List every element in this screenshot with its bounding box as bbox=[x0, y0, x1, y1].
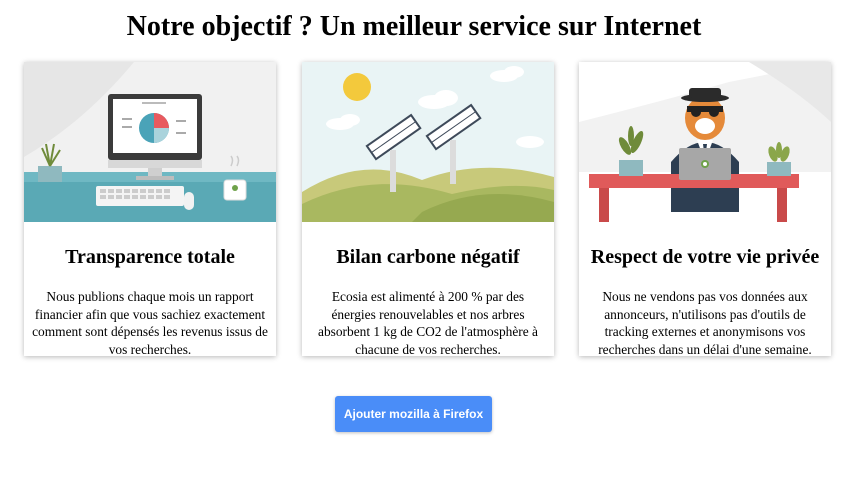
page-title: Notre objectif ? Un meilleur service sur… bbox=[126, 11, 702, 42]
card-description: Nous ne vendons pas vos données aux anno… bbox=[598, 289, 812, 356]
card-title: Transparence totale bbox=[65, 246, 235, 268]
solar-panels-hills-illustration bbox=[302, 62, 554, 222]
feature-card-privacy: Respect de votre vie privée Nous ne vend… bbox=[579, 62, 831, 356]
card-description: Ecosia est alimenté à 200 % par des éner… bbox=[318, 289, 538, 356]
card-title: Respect de votre vie privée bbox=[590, 246, 820, 268]
card-title: Bilan carbone négatif bbox=[336, 246, 520, 268]
desk-computer-illustration bbox=[24, 62, 276, 222]
tiger-spy-laptop-illustration bbox=[579, 62, 831, 222]
feature-card-transparency: Transparence totale Nous publions chaque… bbox=[24, 62, 276, 356]
card-description: Nous publions chaque mois un rapport fin… bbox=[32, 289, 268, 356]
feature-card-carbon: Bilan carbone négatif Ecosia est aliment… bbox=[302, 62, 554, 356]
add-to-firefox-button[interactable]: Ajouter mozilla à Firefox bbox=[335, 396, 492, 432]
